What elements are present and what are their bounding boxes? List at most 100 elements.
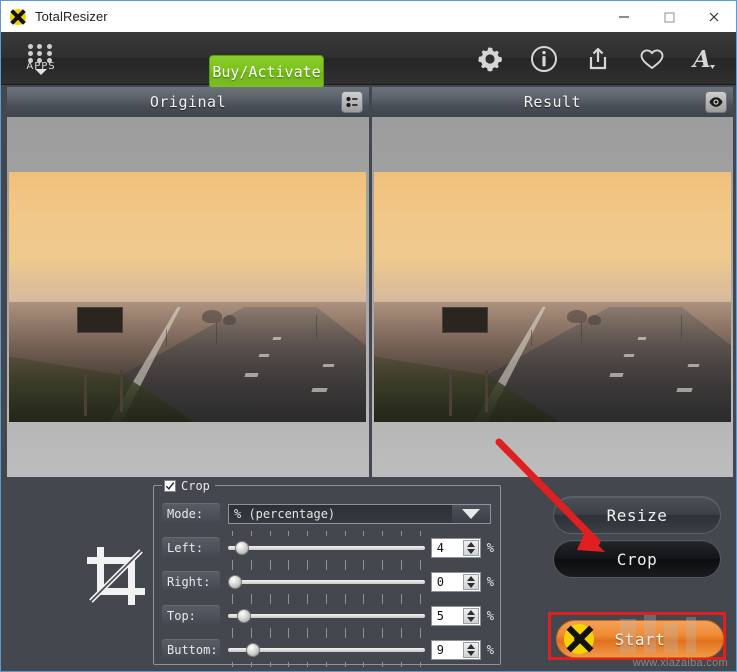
top-crop-stepper[interactable] [462, 608, 479, 624]
mode-label: Mode: [162, 503, 220, 525]
original-panel-title: Original [149, 93, 227, 111]
chevron-down-icon[interactable] [452, 505, 490, 523]
crop-enable-toggle[interactable]: Crop [162, 477, 215, 494]
left-crop-slider[interactable] [228, 531, 425, 565]
left-crop-row: Left: 4 % [162, 531, 494, 565]
photo-pole [316, 314, 318, 339]
close-icon [709, 12, 718, 21]
info-button[interactable] [526, 41, 562, 77]
slider-track[interactable] [228, 580, 425, 584]
original-image [9, 172, 366, 422]
window-controls [601, 1, 736, 32]
left-crop-input[interactable]: 4 [430, 538, 481, 558]
stepper-up-icon[interactable] [466, 610, 475, 615]
photo-signpost [119, 369, 123, 412]
slider-knob[interactable] [246, 643, 260, 657]
slider-knob[interactable] [228, 575, 242, 589]
stepper-up-icon[interactable] [466, 542, 475, 547]
maximize-button[interactable] [646, 1, 691, 32]
bottom-crop-input[interactable]: 9 [430, 640, 481, 660]
original-preview-pane[interactable] [7, 117, 369, 477]
buy-activate-button[interactable]: Buy/Activate [209, 55, 324, 89]
share-icon [589, 47, 607, 69]
photo-tree [588, 314, 602, 325]
photo-tree [201, 309, 222, 323]
bottom-crop-stepper[interactable] [462, 642, 479, 658]
right-crop-slider[interactable] [228, 565, 425, 599]
language-button[interactable]: A [688, 41, 724, 77]
application-window: TotalResizer APPS Buy/Activate A Origina… [0, 0, 737, 672]
font-icon: A [691, 46, 715, 73]
photo-lane-dash [258, 354, 270, 357]
slider-track[interactable] [228, 546, 425, 550]
slider-ticks [232, 531, 421, 536]
photo-lane-dash [243, 373, 259, 377]
resize-button[interactable]: Resize [553, 496, 721, 534]
mode-selected-value: % (percentage) [234, 507, 336, 521]
title-bar: TotalResizer [1, 1, 736, 32]
mode-select[interactable]: % (percentage) [228, 504, 491, 524]
eye-icon [709, 97, 723, 107]
slider-knob[interactable] [237, 609, 251, 623]
checkmark-icon [165, 481, 175, 490]
right-crop-input[interactable]: 0 [430, 572, 481, 592]
stepper-down-icon[interactable] [466, 549, 475, 554]
bottom-crop-unit: % [486, 643, 494, 657]
stepper-down-icon[interactable] [466, 617, 475, 622]
photo-pole [166, 329, 168, 346]
right-crop-stepper[interactable] [462, 574, 479, 590]
apps-grid-icon [28, 43, 54, 63]
result-preview-toggle[interactable] [705, 91, 727, 113]
bottom-crop-slider[interactable] [228, 633, 425, 667]
minimize-button[interactable] [601, 1, 646, 32]
slider-track[interactable] [228, 614, 425, 618]
mode-row: Mode: % (percentage) [162, 503, 494, 525]
settings-button[interactable] [472, 41, 508, 77]
crop-button[interactable]: Crop [553, 540, 721, 578]
apps-button[interactable]: APPS [17, 37, 65, 81]
photo-lane-dash [676, 388, 694, 392]
original-panel-header: Original [7, 87, 369, 117]
svg-text:A: A [691, 46, 711, 73]
hazard-icon [564, 624, 594, 654]
slider-ticks [232, 565, 421, 570]
top-crop-slider[interactable] [228, 599, 425, 633]
photo-signpost [83, 369, 87, 416]
result-panel-title: Result [523, 93, 582, 111]
result-preview-pane[interactable] [372, 117, 733, 477]
crop-settings-group: Crop Mode: % (percentage) Left: 4 % Righ… [153, 477, 501, 667]
gear-icon [478, 47, 502, 71]
crop-checkbox[interactable] [164, 479, 176, 492]
photo-pole [216, 322, 218, 344]
original-view-toggle[interactable] [341, 91, 363, 113]
photo-lane-dash [608, 373, 624, 377]
top-crop-unit: % [486, 609, 494, 623]
heart-icon [640, 48, 664, 69]
photo-tree [566, 309, 587, 323]
left-crop-stepper[interactable] [462, 540, 479, 556]
favorite-button[interactable] [634, 41, 670, 77]
slider-ticks [232, 662, 421, 667]
share-button[interactable] [580, 41, 616, 77]
left-crop-value: 4 [436, 541, 444, 555]
minimize-icon [618, 15, 629, 18]
slider-knob[interactable] [235, 541, 249, 555]
photo-lane-dash [687, 364, 700, 367]
close-button[interactable] [691, 1, 736, 32]
stepper-up-icon[interactable] [466, 644, 475, 649]
stepper-down-icon[interactable] [466, 583, 475, 588]
right-crop-unit: % [486, 575, 494, 589]
photo-pole [681, 314, 683, 339]
photo-lane-dash [637, 336, 647, 340]
result-image [374, 172, 731, 422]
top-crop-input[interactable]: 5 [430, 606, 481, 626]
maximize-icon [663, 11, 675, 23]
right-crop-value: 0 [436, 575, 444, 589]
list-view-icon [346, 96, 358, 108]
photo-signpost [448, 369, 452, 416]
top-crop-value: 5 [436, 609, 444, 623]
photo-tree [223, 314, 237, 325]
stepper-down-icon[interactable] [466, 651, 475, 656]
stepper-up-icon[interactable] [466, 576, 475, 581]
left-crop-unit: % [486, 541, 494, 555]
